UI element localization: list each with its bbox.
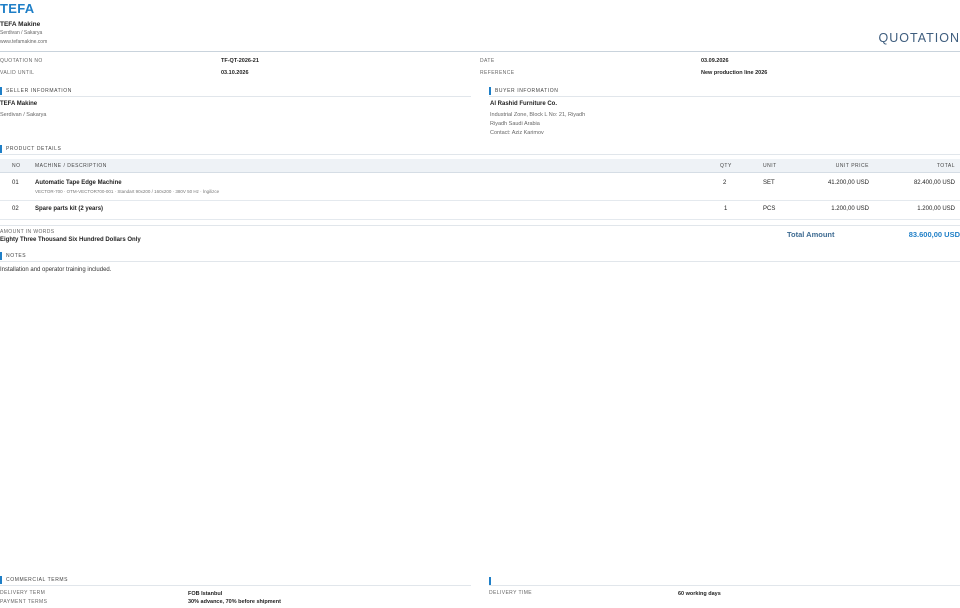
- seller-section-title: SELLER INFORMATION: [0, 87, 72, 95]
- buyer-address-line2: Riyadh Saudi Arabia: [490, 121, 540, 127]
- column-header-description: MACHINE / DESCRIPTION: [35, 163, 107, 169]
- payment-terms-value: 30% advance, 70% before shipment: [188, 599, 281, 605]
- product-section-title: PRODUCT DETAILS: [0, 145, 62, 153]
- row-item-name: Automatic Tape Edge Machine: [35, 180, 122, 186]
- buyer-contact: Contact: Aziz Karimov: [490, 130, 544, 136]
- row-no: 01: [12, 180, 19, 186]
- notes-text: Installation and operator training inclu…: [0, 267, 112, 273]
- total-amount-value: 83.600,00 USD: [908, 230, 960, 239]
- buyer-address-line1: Industrial Zone, Block L No: 21, Riyadh: [490, 112, 586, 118]
- notes-divider: [0, 261, 960, 262]
- valid-until-value: 03.10.2026: [221, 70, 249, 76]
- row-item-name: Spare parts kit (2 years): [35, 206, 104, 212]
- delivery-term-label: DELIVERY TERM: [0, 590, 46, 596]
- company-name: TEFA Makine: [0, 21, 41, 28]
- buyer-divider: [489, 96, 960, 97]
- table-row: 02 Spare parts kit (2 years) 1 PCS 1.200…: [0, 201, 960, 220]
- document-title: QUOTATION: [878, 31, 960, 45]
- column-header-no: NO: [12, 163, 21, 169]
- commercial-terms-title: COMMERCIAL TERMS: [0, 576, 68, 584]
- row-unit-price: 41.200,00 USD: [827, 180, 869, 186]
- column-header-qty: QTY: [720, 163, 732, 169]
- seller-location: Serdivan / Sakarya: [0, 112, 47, 118]
- quotation-no-label: QUOTATION NO: [0, 58, 43, 64]
- company-location: Serdivan / Sakarya: [0, 30, 43, 36]
- buyer-section-title: BUYER INFORMATION: [489, 87, 558, 95]
- buyer-name: Al Rashid Furniture Co.: [490, 101, 558, 107]
- valid-until-label: VALID UNTIL: [0, 70, 35, 76]
- amount-in-words-label: AMOUNT IN WORDS: [0, 229, 55, 235]
- column-header-unit: UNIT: [763, 163, 777, 169]
- row-qty: 1: [724, 206, 728, 212]
- commercial-terms-divider-right: [489, 585, 960, 586]
- row-unit-price: 1.200,00 USD: [831, 206, 869, 212]
- column-header-total: TOTAL: [936, 163, 955, 169]
- quotation-no-value: TF-QT-2026-21: [221, 58, 259, 64]
- table-row: 01 Automatic Tape Edge Machine VECTOR-70…: [0, 174, 960, 201]
- totals-divider: [0, 225, 960, 226]
- row-unit: SET: [763, 180, 775, 186]
- payment-terms-label: PAYMENT TERMS: [0, 599, 48, 605]
- date-label: DATE: [480, 58, 495, 64]
- delivery-time-value: 60 working days: [678, 591, 721, 597]
- reference-value: New production line 2026: [701, 70, 768, 76]
- row-no: 02: [12, 206, 19, 212]
- row-qty: 2: [723, 180, 727, 186]
- items-table-header: NO MACHINE / DESCRIPTION QTY UNIT UNIT P…: [0, 159, 960, 173]
- delivery-time-label: DELIVERY TIME: [489, 590, 532, 596]
- delivery-term-value: FOB Istanbul: [188, 591, 223, 597]
- seller-divider: [0, 96, 471, 97]
- row-item-spec: VECTOR-700 · OTM-VECTOR700-001 · Standar…: [35, 189, 220, 194]
- notes-section-title: NOTES: [0, 252, 26, 260]
- row-total: 82.400,00 USD: [913, 180, 955, 186]
- row-total: 1.200,00 USD: [917, 206, 955, 212]
- seller-name: TEFA Makine: [0, 101, 38, 107]
- column-header-unit-price: UNIT PRICE: [835, 163, 869, 169]
- total-amount-label: Total Amount: [787, 230, 835, 239]
- section-accent-bar: [489, 577, 491, 585]
- amount-in-words-value: Eighty Three Thousand Six Hundred Dollar…: [0, 237, 141, 243]
- header-divider: [0, 51, 960, 52]
- reference-label: REFERENCE: [480, 70, 515, 76]
- product-divider: [0, 154, 960, 155]
- company-logo: TEFA: [0, 1, 35, 16]
- company-website: www.tefamakine.com: [0, 39, 48, 45]
- commercial-terms-divider: [0, 585, 471, 586]
- date-value: 03.09.2026: [701, 58, 729, 64]
- row-unit: PCS: [763, 206, 776, 212]
